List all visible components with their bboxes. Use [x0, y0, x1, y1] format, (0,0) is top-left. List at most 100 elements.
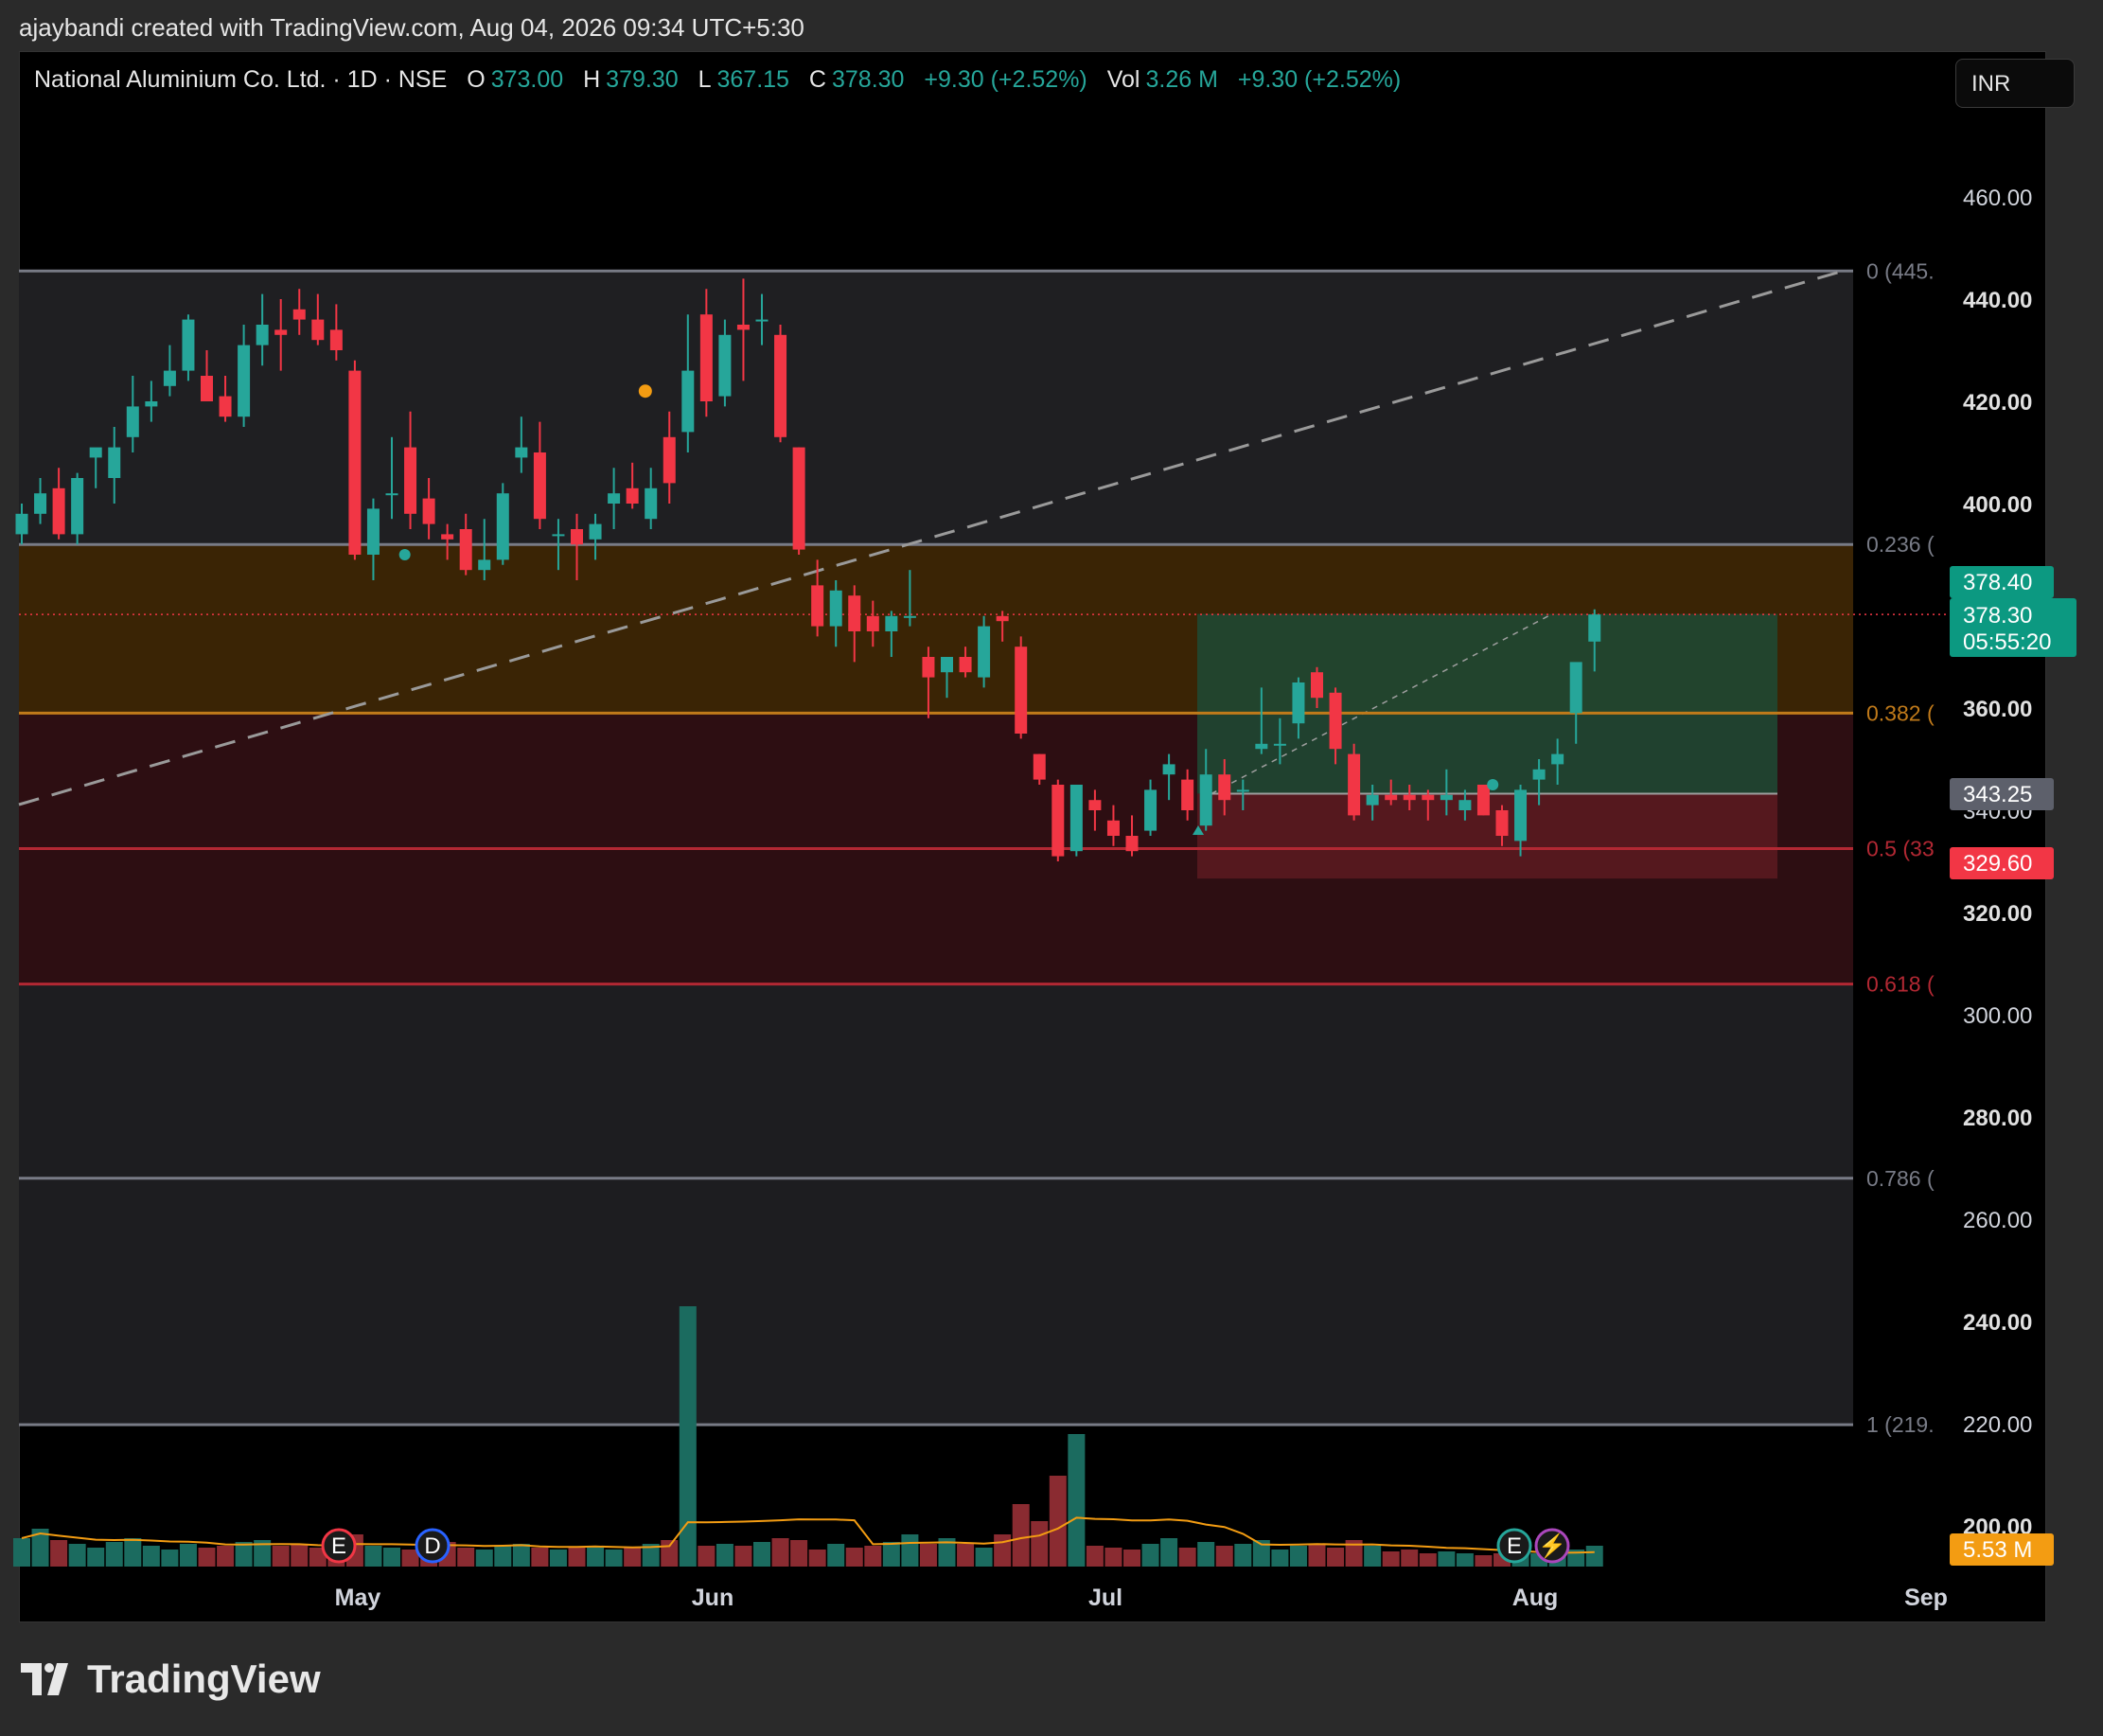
volume-label: Vol	[1106, 66, 1140, 93]
volume-bar	[1308, 1544, 1326, 1567]
volume-bar	[1215, 1546, 1233, 1567]
volume-bar	[679, 1306, 697, 1567]
candle-body	[182, 319, 195, 371]
volume-bar	[919, 1544, 937, 1567]
volume-bar	[87, 1548, 105, 1567]
split-icon: ⚡	[1534, 1528, 1570, 1564]
volume-bar	[494, 1546, 512, 1567]
candle-body	[663, 436, 676, 484]
volume-bar	[771, 1538, 789, 1567]
volume-bar	[531, 1548, 549, 1567]
candle-body	[1440, 794, 1453, 801]
candle-body	[292, 309, 306, 320]
candle-body	[552, 534, 565, 537]
candle-body	[238, 345, 251, 417]
time-tick-label: Jun	[692, 1585, 733, 1611]
stop-price-tag: 329.60	[1950, 847, 2054, 879]
volume-value-tag-text: 5.53 M	[1963, 1537, 2032, 1563]
volume-change: +9.30 (+2.52%)	[1237, 66, 1402, 93]
candle-body	[1476, 785, 1490, 816]
volume-bar	[235, 1542, 253, 1567]
volume-bar	[605, 1550, 623, 1567]
candle-body	[201, 376, 213, 401]
volume-bar	[1585, 1546, 1603, 1567]
volume-bar	[512, 1544, 530, 1567]
candle-body	[52, 487, 65, 535]
volume-bar	[568, 1548, 586, 1567]
candle	[978, 615, 991, 688]
volume-bar	[1364, 1546, 1382, 1567]
volume-bar	[198, 1548, 216, 1567]
brand-name: TradingView	[87, 1656, 321, 1701]
candle-body	[755, 319, 769, 322]
volume-bar	[975, 1548, 993, 1567]
candle-body	[1366, 794, 1379, 806]
fib-label: 0.5 (33	[1866, 837, 1935, 861]
candle-body	[571, 529, 583, 545]
volume-bar	[661, 1540, 679, 1567]
chart-canvas[interactable]: 0 (445. 0.236 (0.382 (0.5 (33 0.618 (0.786…	[0, 0, 2103, 1736]
candle-body	[1218, 774, 1231, 801]
candle-body	[699, 314, 713, 401]
open-value: 373.00	[490, 66, 564, 93]
price-tick-label: 220.00	[1963, 1412, 2032, 1438]
candle	[1348, 743, 1361, 821]
candle-body	[1162, 764, 1175, 775]
volume-bar	[1141, 1544, 1159, 1567]
candle-body	[274, 329, 288, 335]
volume-bar	[124, 1538, 142, 1567]
candle-body	[1255, 743, 1268, 750]
high-label: H	[583, 66, 601, 93]
candle-body	[404, 447, 417, 514]
volume-bar	[1123, 1550, 1140, 1567]
candle-body	[34, 493, 47, 514]
tradingview-logo-icon	[21, 1663, 68, 1695]
volume-bar	[217, 1546, 235, 1567]
stop-price-tag-text: 329.60	[1963, 851, 2032, 877]
fib-label: 0.382 (	[1866, 700, 1935, 725]
volume-bar	[1197, 1542, 1215, 1567]
candle-body	[608, 493, 621, 504]
volume-bar	[1289, 1546, 1307, 1567]
candle-body	[71, 478, 84, 535]
candle	[792, 447, 805, 555]
ohlc-legend: National Aluminium Co. Ltd. · 1D · NSE O…	[34, 66, 1406, 94]
candle-body	[1015, 647, 1028, 734]
volume-bar	[957, 1544, 975, 1567]
target-price-tag: 378.40	[1950, 566, 2054, 598]
fib-label: 0.236 (	[1866, 532, 1935, 557]
currency-button[interactable]: INR	[1955, 59, 2075, 108]
volume-bar	[13, 1538, 30, 1567]
earnings-icon: E	[321, 1528, 357, 1564]
volume-bar	[845, 1548, 863, 1567]
candle-body	[1292, 682, 1305, 724]
candle-body	[108, 447, 121, 478]
close-label: C	[808, 66, 826, 93]
countdown-text: 05:55:20	[1963, 629, 2051, 655]
candle	[774, 325, 787, 443]
volume-bar	[624, 1548, 642, 1567]
volume-bar	[383, 1548, 400, 1567]
time-tick-label: Sep	[1904, 1585, 1948, 1611]
candle-body	[1199, 774, 1212, 826]
earnings-icon-text: E	[1507, 1533, 1522, 1559]
candle-body	[89, 447, 102, 458]
candle-body	[1495, 810, 1509, 836]
candle-body	[533, 452, 546, 520]
volume-bar	[1456, 1553, 1474, 1567]
target-zone	[1197, 613, 1777, 794]
candle-body	[1348, 753, 1361, 816]
split-icon-text: ⚡	[1538, 1532, 1566, 1559]
candle-body	[478, 559, 491, 571]
volume-bar	[291, 1544, 309, 1567]
candle-body	[348, 370, 362, 555]
candle-body	[366, 508, 380, 555]
candle-body	[1069, 785, 1083, 852]
candle-body	[736, 325, 750, 330]
volume-value: 3.26 M	[1145, 66, 1218, 93]
candle-body	[385, 493, 398, 496]
entry-price-tag-text: 343.25	[1963, 782, 2032, 807]
candle-body	[848, 595, 861, 631]
price-tick-label: 320.00	[1963, 901, 2032, 927]
candle-body	[1088, 800, 1102, 810]
